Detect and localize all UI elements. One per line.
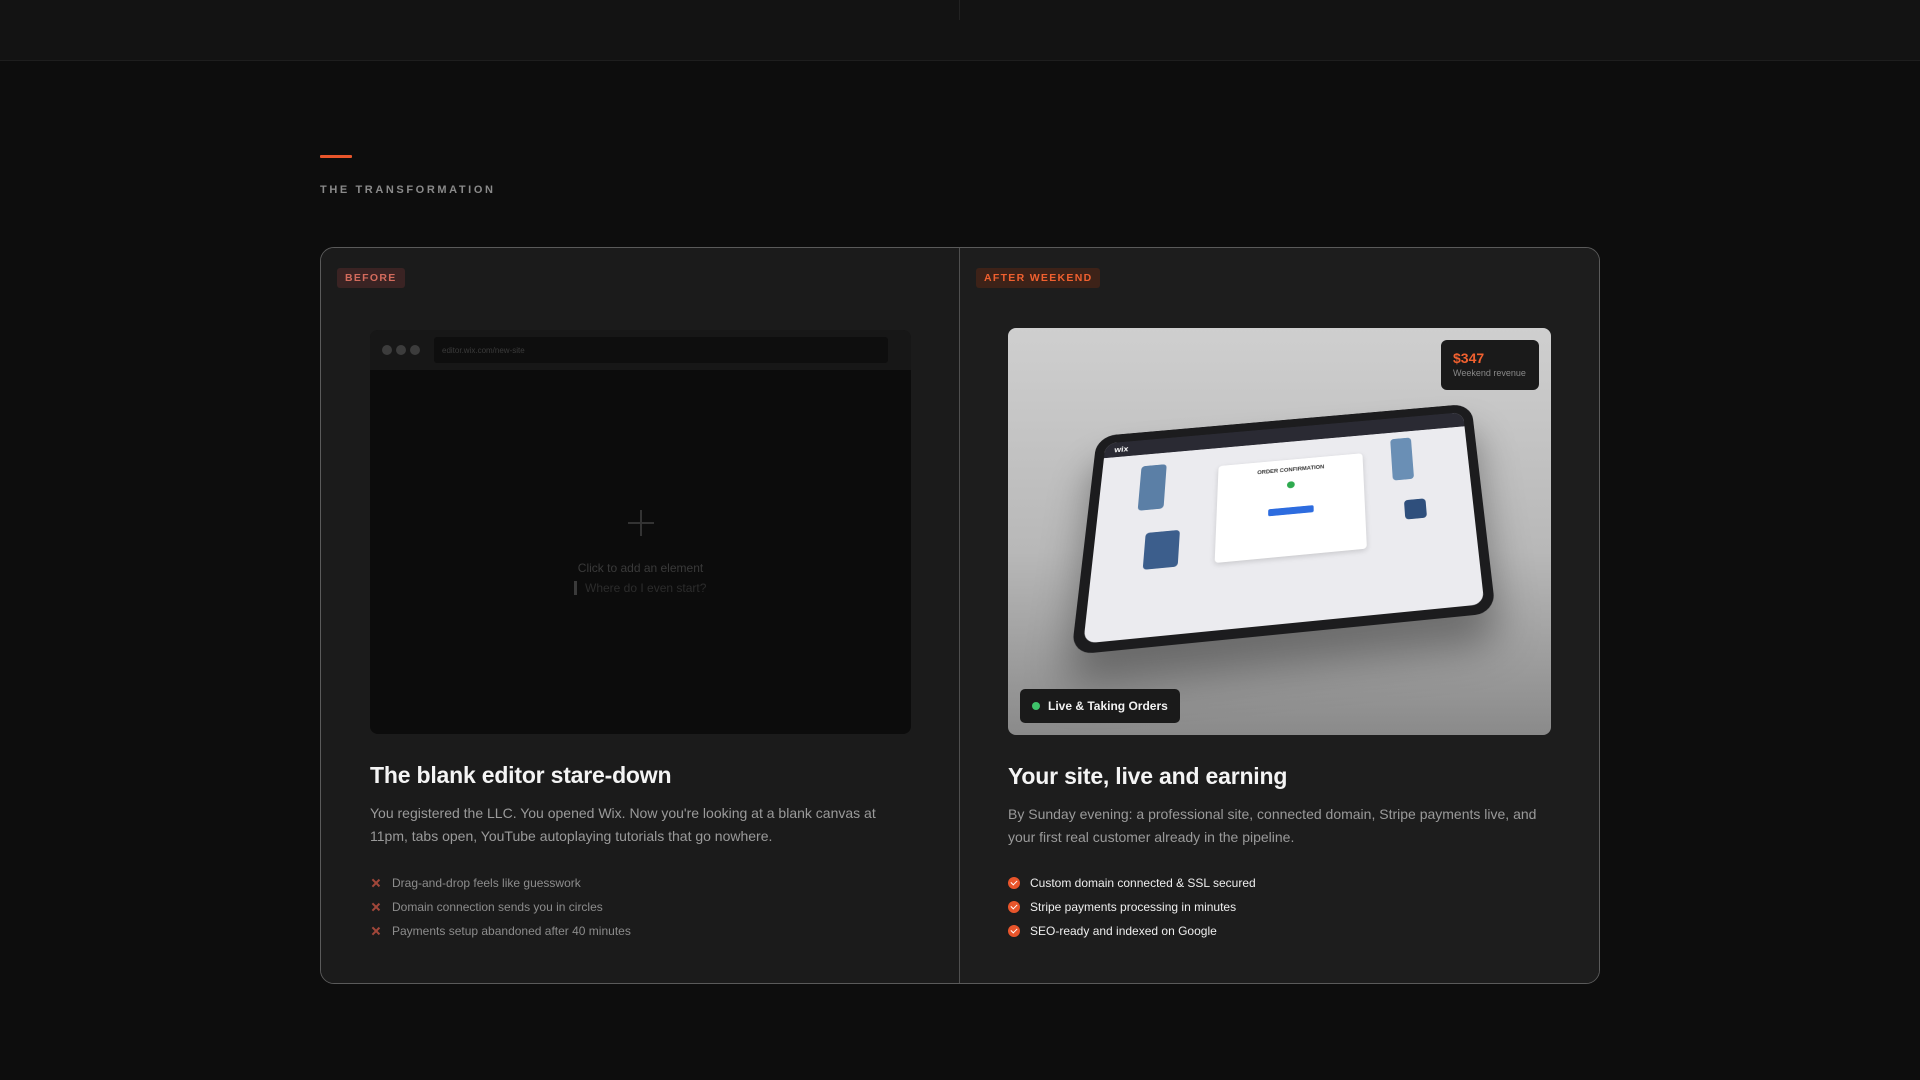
order-title: ORDER CONFIRMATION <box>1257 464 1325 476</box>
window-dot-icon <box>396 345 406 355</box>
list-item-text: Stripe payments processing in minutes <box>1030 900 1237 914</box>
x-icon <box>370 901 382 913</box>
transformation-section: THE TRANSFORMATION BEFORE editor.wix.com… <box>320 155 1600 984</box>
list-item: Domain connection sends you in circles <box>370 895 631 919</box>
editor-canvas: Click to add an element Where do I even … <box>370 370 911 734</box>
accent-line <box>320 155 352 158</box>
before-list: Drag-and-drop feels like guesswork Domai… <box>370 871 631 943</box>
revenue-card: $347 Weekend revenue <box>1441 340 1539 390</box>
after-list: Custom domain connected & SSL secured St… <box>1008 871 1256 943</box>
product-image <box>1137 464 1167 511</box>
product-image <box>1403 498 1428 520</box>
blank-editor-mockup: editor.wix.com/new-site Click to add an … <box>370 330 911 734</box>
live-status-badge: Live & Taking Orders <box>1020 689 1180 723</box>
list-item-text: Domain connection sends you in circles <box>392 900 603 914</box>
window-dot-icon <box>382 345 392 355</box>
plus-icon <box>628 510 654 536</box>
list-item-text: Payments setup abandoned after 40 minute… <box>392 924 631 938</box>
tablet-store-photo: wix ORDER CONFIRMATION $347 Weekend reve… <box>1008 328 1551 735</box>
order-action-button <box>1268 505 1314 517</box>
product-image <box>1142 529 1180 570</box>
editor-url: editor.wix.com/new-site <box>434 337 888 363</box>
x-icon <box>370 877 382 889</box>
canvas-hint: Click to add an element <box>577 561 704 575</box>
section-eyebrow: THE TRANSFORMATION <box>320 184 496 196</box>
list-item: Payments setup abandoned after 40 minute… <box>370 919 631 943</box>
before-description: You registered the LLC. You opened Wix. … <box>370 805 876 844</box>
check-icon <box>1008 877 1020 889</box>
before-tag: BEFORE <box>337 268 405 288</box>
window-dot-icon <box>410 345 420 355</box>
success-check-icon <box>1286 481 1295 489</box>
list-item: SEO-ready and indexed on Google <box>1008 919 1256 943</box>
list-item-text: SEO-ready and indexed on Google <box>1030 924 1217 938</box>
product-image <box>1390 437 1415 481</box>
after-title: Your site, live and earning <box>1008 763 1288 789</box>
list-item: Drag-and-drop feels like guesswork <box>370 871 631 895</box>
list-item: Stripe payments processing in minutes <box>1008 895 1256 919</box>
list-item: Custom domain connected & SSL secured <box>1008 871 1256 895</box>
live-dot-icon <box>1032 702 1040 710</box>
list-item-text: Drag-and-drop feels like guesswork <box>392 876 581 890</box>
revenue-label: Weekend revenue <box>1453 368 1526 378</box>
live-status-text: Live & Taking Orders <box>1048 699 1168 713</box>
revenue-amount: $347 <box>1453 350 1485 366</box>
list-item-text: Custom domain connected & SSL secured <box>1030 876 1256 890</box>
tablet-device: wix ORDER CONFIRMATION <box>1071 403 1496 655</box>
check-icon <box>1008 925 1020 937</box>
order-confirmation-card: ORDER CONFIRMATION <box>1214 453 1367 564</box>
tablet-screen: wix ORDER CONFIRMATION <box>1083 412 1485 644</box>
before-panel: BEFORE editor.wix.com/new-site Click to … <box>321 248 960 983</box>
before-title: The blank editor stare-down <box>370 762 672 788</box>
after-tag: AFTER WEEKEND <box>976 268 1101 288</box>
editor-titlebar: editor.wix.com/new-site <box>370 330 911 370</box>
comparison-card: BEFORE editor.wix.com/new-site Click to … <box>320 247 1600 984</box>
top-strip <box>0 0 1920 61</box>
canvas-prompt: Where do I even start? <box>574 581 706 595</box>
check-icon <box>1008 901 1020 913</box>
top-divider <box>959 0 960 20</box>
x-icon <box>370 925 382 937</box>
after-description: By Sunday evening: a professional site, … <box>1008 806 1537 845</box>
after-panel: AFTER WEEKEND wix ORDER CONFIRMATION $34… <box>960 248 1599 983</box>
